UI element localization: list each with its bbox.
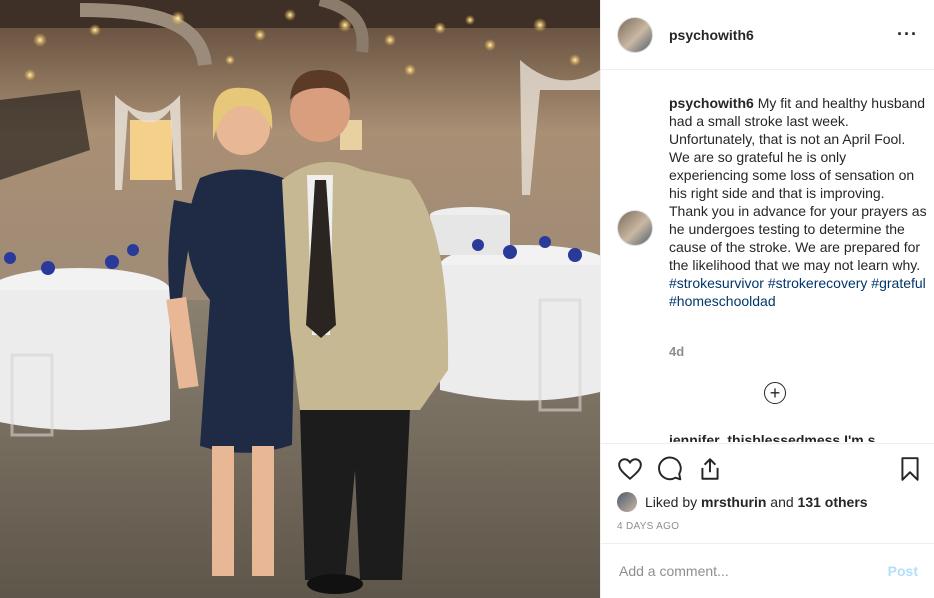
post-comment-button[interactable]: Post	[888, 563, 918, 579]
caption-username[interactable]: psychowith6	[669, 95, 754, 111]
ellipsis-icon[interactable]: ···	[897, 24, 918, 45]
next-comment-preview: jennifer_thisblessedmess I'm s	[669, 432, 876, 442]
likes-others-link[interactable]: 131 others	[798, 494, 868, 510]
load-more-comments-icon[interactable]: +	[764, 382, 786, 404]
comment-input[interactable]	[617, 562, 888, 580]
caption: psychowith6 My fit and healthy husband h…	[617, 94, 927, 310]
hashtag-link[interactable]: #grateful	[871, 275, 925, 291]
photo-illustration	[0, 0, 600, 598]
post-timestamp[interactable]: 4 DAYS AGO	[617, 521, 679, 532]
hashtag-link[interactable]: #strokesurvivor	[669, 275, 764, 291]
post-sidebar: psychowith6 ··· psychowith6 My fit and h…	[600, 0, 934, 598]
avatar[interactable]	[617, 16, 653, 53]
post-photo[interactable]	[0, 0, 600, 598]
hashtag-link[interactable]: #strokerecovery	[768, 275, 868, 291]
caption-text: My fit and healthy husband had a small s…	[669, 95, 927, 273]
caption-age[interactable]: 4d	[669, 344, 684, 359]
hashtag-link[interactable]: #homeschooldad	[669, 293, 776, 309]
share-icon[interactable]	[697, 456, 723, 482]
liker-avatar[interactable]	[617, 492, 637, 512]
comment-icon[interactable]	[657, 456, 683, 482]
likes-summary: Liked by mrsthurin and 131 others	[617, 492, 868, 512]
likes-middle: and	[770, 494, 794, 510]
action-bar	[601, 443, 934, 494]
bookmark-icon[interactable]	[897, 456, 923, 482]
post-author-username[interactable]: psychowith6	[669, 27, 897, 43]
comments-section: psychowith6 My fit and healthy husband h…	[601, 70, 934, 442]
heart-icon[interactable]	[617, 456, 643, 482]
post-header: psychowith6 ···	[601, 0, 934, 70]
caption-avatar[interactable]	[617, 210, 653, 246]
liker-username[interactable]: mrsthurin	[701, 494, 766, 510]
comment-bar: Post	[601, 543, 934, 598]
likes-prefix: Liked by	[645, 494, 698, 510]
